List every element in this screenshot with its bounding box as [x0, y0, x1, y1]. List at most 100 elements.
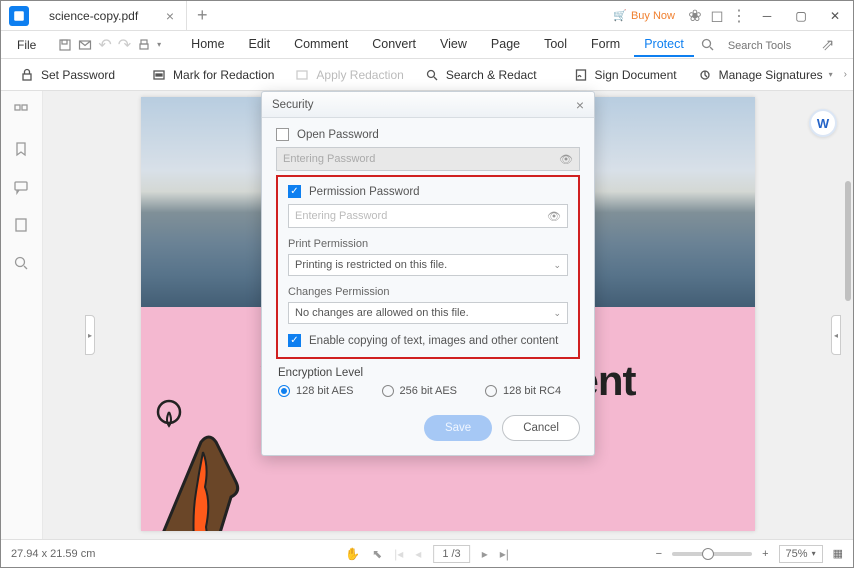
- radio-256-aes[interactable]: 256 bit AES: [382, 385, 458, 397]
- permission-password-field[interactable]: Entering Password 👁: [288, 204, 568, 228]
- search-icon[interactable]: [698, 35, 718, 55]
- search-redact-button[interactable]: Search & Redact: [418, 63, 543, 87]
- fit-page-icon[interactable]: ▦: [833, 547, 843, 560]
- changes-permission-value: No changes are allowed on this file.: [295, 307, 469, 319]
- select-tool-icon[interactable]: ⬉: [372, 547, 382, 561]
- menu-page[interactable]: Page: [481, 33, 530, 57]
- search-tools[interactable]: [728, 36, 808, 54]
- menu-home[interactable]: Home: [181, 33, 234, 57]
- menu-tool[interactable]: Tool: [534, 33, 577, 57]
- menu-view[interactable]: View: [430, 33, 477, 57]
- security-dialog: Security × Open Password Entering Passwo…: [261, 91, 595, 456]
- eye-icon[interactable]: 👁: [547, 210, 561, 223]
- comment-icon[interactable]: [13, 179, 31, 197]
- next-page-icon[interactable]: ▸: [482, 547, 488, 561]
- apply-redaction-button[interactable]: Apply Redaction: [288, 63, 409, 87]
- search-redact-label: Search & Redact: [446, 68, 537, 82]
- menu-items: Home Edit Comment Convert View Page Tool…: [181, 33, 694, 57]
- set-password-button[interactable]: Set Password: [13, 63, 121, 87]
- menu-comment[interactable]: Comment: [284, 33, 358, 57]
- protect-toolbar: Set Password Mark for Redaction Apply Re…: [1, 59, 853, 91]
- menu-convert[interactable]: Convert: [362, 33, 426, 57]
- open-password-placeholder: Entering Password: [283, 153, 375, 165]
- redact-mark-icon: [151, 67, 167, 83]
- menu-protect[interactable]: Protect: [634, 33, 694, 57]
- print-permission-label: Print Permission: [288, 238, 568, 250]
- search-redact-icon: [424, 67, 440, 83]
- dialog-close-icon[interactable]: ×: [576, 97, 584, 113]
- buy-now-button[interactable]: 🛒 Buy Now: [607, 9, 681, 22]
- permission-highlight: ✓ Permission Password Entering Password …: [276, 175, 580, 359]
- zoom-slider[interactable]: [672, 552, 752, 556]
- radio-128-aes[interactable]: 128 bit AES: [278, 385, 354, 397]
- convert-to-word-button[interactable]: W: [809, 109, 837, 137]
- changes-permission-label: Changes Permission: [288, 286, 568, 298]
- zoom-in-icon[interactable]: +: [762, 548, 768, 560]
- expand-left-panel[interactable]: ▸: [85, 315, 95, 355]
- encryption-level-label: Encryption Level: [278, 367, 580, 379]
- eye-icon: 👁: [559, 153, 573, 166]
- minimize-button[interactable]: ─: [753, 6, 781, 26]
- dialog-header[interactable]: Security ×: [262, 92, 594, 118]
- print-icon[interactable]: [137, 35, 151, 55]
- redact-apply-icon: [294, 67, 310, 83]
- print-dropdown-icon[interactable]: ▾: [157, 35, 161, 55]
- prev-page-icon[interactable]: ◂: [415, 547, 421, 561]
- save-icon[interactable]: [58, 35, 72, 55]
- first-page-icon[interactable]: |◂: [394, 547, 403, 561]
- share-icon[interactable]: ⇗: [818, 35, 838, 55]
- page-number-input[interactable]: 1 /3: [433, 545, 469, 563]
- menu-edit[interactable]: Edit: [239, 33, 281, 57]
- add-tab-button[interactable]: +: [187, 5, 218, 26]
- radio-icon: [382, 385, 394, 397]
- zoom-out-icon[interactable]: −: [656, 548, 662, 560]
- maximize-button[interactable]: ▢: [787, 6, 815, 26]
- close-window-button[interactable]: ✕: [821, 6, 849, 26]
- close-tab-icon[interactable]: ×: [166, 8, 174, 24]
- radio-128-rc4[interactable]: 128 bit RC4: [485, 385, 561, 397]
- search-panel-icon[interactable]: [13, 255, 31, 273]
- menu-form[interactable]: Form: [581, 33, 630, 57]
- main-area: V ent Willow Creek High School By Brooke…: [1, 91, 853, 539]
- permission-password-checkbox[interactable]: ✓: [288, 185, 301, 198]
- mail-icon[interactable]: [78, 35, 92, 55]
- file-menu[interactable]: File: [9, 34, 44, 56]
- dialog-title: Security: [272, 99, 314, 111]
- toolbar-overflow-icon[interactable]: ›: [844, 69, 847, 80]
- expand-right-panel[interactable]: ◂: [831, 315, 841, 355]
- app-icon: [9, 6, 29, 26]
- signature-icon: [573, 67, 589, 83]
- print-permission-value: Printing is restricted on this file.: [295, 259, 447, 271]
- cart-icon: 🛒: [613, 9, 627, 22]
- status-bar: 27.94 x 21.59 cm ✋ ⬉ |◂ ◂ 1 /3 ▸ ▸| − + …: [1, 539, 853, 567]
- redo-icon[interactable]: ↷: [118, 35, 131, 55]
- undo-icon[interactable]: ↶: [98, 35, 111, 55]
- document-tab[interactable]: science-copy.pdf ×: [37, 1, 187, 30]
- manage-signatures-button[interactable]: Manage Signatures ▾: [691, 63, 839, 87]
- zoom-value-select[interactable]: 75%▾: [779, 545, 823, 563]
- vertical-scrollbar[interactable]: [845, 181, 851, 301]
- zoom-thumb[interactable]: [702, 548, 714, 560]
- enable-copy-checkbox[interactable]: ✓: [288, 334, 301, 347]
- set-password-label: Set Password: [41, 68, 115, 82]
- open-password-field: Entering Password 👁: [276, 147, 580, 171]
- open-password-checkbox[interactable]: [276, 128, 289, 141]
- save-button[interactable]: Save: [424, 415, 492, 441]
- cancel-button[interactable]: Cancel: [502, 415, 580, 441]
- notification-icon[interactable]: ◻: [709, 8, 725, 24]
- hand-tool-icon[interactable]: ✋: [345, 547, 360, 561]
- gift-icon[interactable]: ❀: [687, 8, 703, 24]
- page-dimensions: 27.94 x 21.59 cm: [11, 548, 95, 560]
- sign-document-button[interactable]: Sign Document: [567, 63, 683, 87]
- changes-permission-select[interactable]: No changes are allowed on this file. ⌄: [288, 302, 568, 324]
- thumbnails-icon[interactable]: [13, 103, 31, 121]
- bookmark-icon[interactable]: [13, 141, 31, 159]
- sign-document-label: Sign Document: [595, 68, 677, 82]
- mark-redaction-button[interactable]: Mark for Redaction: [145, 63, 280, 87]
- more-icon[interactable]: ⋮: [731, 8, 747, 24]
- search-input[interactable]: [728, 40, 808, 52]
- last-page-icon[interactable]: ▸|: [500, 547, 509, 561]
- print-permission-select[interactable]: Printing is restricted on this file. ⌄: [288, 254, 568, 276]
- cloud-icon[interactable]: ☁: [850, 35, 854, 55]
- attachment-icon[interactable]: [13, 217, 31, 235]
